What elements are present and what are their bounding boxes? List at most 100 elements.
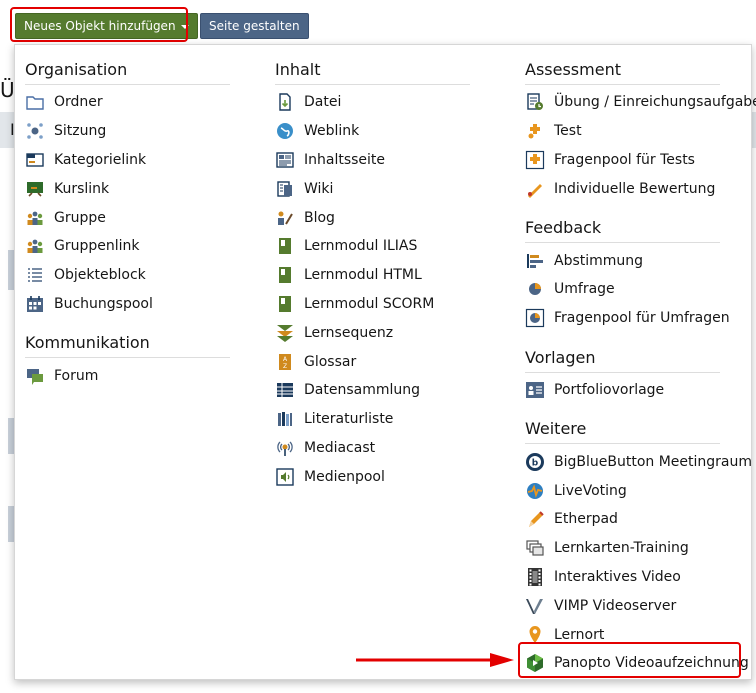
menu-item-vimp[interactable]: VIMP Videoserver: [525, 591, 720, 620]
menu-item-label: Objekteblock: [54, 267, 146, 284]
data-collection-icon: [275, 380, 295, 400]
column-3: Assessment Übung / Einreichungsaufgabe Tes…: [525, 45, 756, 678]
menu-item-wiki[interactable]: Wiki: [275, 174, 470, 203]
menu-item-category-link[interactable]: Kategorielink: [25, 146, 230, 175]
menu-item-bigbluebutton[interactable]: b BigBlueButton Meetingraum: [525, 447, 752, 476]
new-object-button[interactable]: Neues Objekt hinzufügen: [15, 13, 198, 39]
location-pin-icon: [525, 625, 545, 645]
menu-item-label: Lernmodul SCORM: [304, 295, 435, 312]
media-pool-icon: [275, 467, 295, 487]
menu-item-item-group[interactable]: Objekteblock: [25, 261, 230, 290]
design-page-button[interactable]: Seite gestalten: [200, 13, 309, 39]
group-title-assessment: Assessment: [525, 45, 720, 85]
menu-item-label: Inhaltsseite: [304, 151, 386, 168]
menu-item-interactive-video[interactable]: Interaktives Video: [525, 563, 720, 592]
blog-icon: [275, 208, 295, 228]
menu-item-label: Panopto Videoaufzeichnung: [554, 655, 749, 672]
menu-item-label: Lernsequenz: [304, 324, 394, 341]
menu-item-label: VIMP Videoserver: [554, 597, 677, 614]
new-object-dropdown: Organisation Ordner Sitzung Kategorielink Ku…: [14, 44, 756, 680]
menu-item-question-pool[interactable]: Fragenpool für Tests: [525, 146, 720, 175]
menu-item-glossary[interactable]: A Z Glossar: [275, 347, 470, 376]
menu-item-group[interactable]: Gruppe: [25, 203, 230, 232]
menu-item-forum[interactable]: Forum: [25, 361, 230, 390]
category-link-icon: [25, 150, 45, 170]
weblink-icon: [275, 121, 295, 141]
menu-item-portfolio-template[interactable]: Portfoliovorlage: [525, 376, 720, 405]
portfolio-template-icon: [525, 380, 545, 400]
content-page-icon: [275, 150, 295, 170]
menu-item-learning-module[interactable]: Lernmodul ILIAS: [275, 232, 470, 261]
vimp-icon: [525, 596, 545, 616]
bibliography-icon: [275, 409, 295, 429]
menu-item-content-page[interactable]: Inhaltsseite: [275, 146, 470, 175]
learning-module-icon: [275, 236, 295, 256]
menu-item-media-pool[interactable]: Medienpool: [275, 462, 470, 491]
panopto-icon: [525, 653, 545, 673]
group-title-kommunikation: Kommunikation: [25, 318, 230, 359]
menu-item-session[interactable]: Sitzung: [25, 117, 230, 146]
menu-item-folder[interactable]: Ordner: [25, 88, 230, 117]
group-link-icon: [25, 236, 45, 256]
column-2: Inhalt Datei Weblink Inhaltsseite Wiki Blog Le…: [275, 45, 470, 491]
mediacast-icon: [275, 438, 295, 458]
menu-item-survey-pool[interactable]: Fragenpool für Umfragen: [525, 304, 730, 333]
menu-item-label: Literaturliste: [304, 411, 394, 428]
menu-item-label: Datei: [304, 94, 342, 111]
menu-item-learning-sequence[interactable]: Lernsequenz: [275, 318, 470, 347]
menu-item-poll[interactable]: Abstimmung: [525, 246, 720, 275]
menu-item-test[interactable]: Test: [525, 117, 720, 146]
column-1: Organisation Ordner Sitzung Kategorielink Ku…: [25, 45, 230, 390]
menu-item-flashcards[interactable]: Lernkarten-Training: [525, 534, 720, 563]
menu-item-bibliography[interactable]: Literaturliste: [275, 405, 470, 434]
menu-item-etherpad[interactable]: Etherpad: [525, 505, 720, 534]
menu-item-label: Lernkarten-Training: [554, 540, 689, 557]
menu-item-location-pin[interactable]: Lernort: [525, 620, 720, 649]
file-icon: [275, 92, 295, 112]
pointer-arrow-icon: [356, 653, 514, 667]
menu-item-label: Kurslink: [54, 180, 110, 197]
menu-item-blog[interactable]: Blog: [275, 203, 470, 232]
glossary-icon: AZ: [275, 352, 295, 372]
menu-item-exercise[interactable]: Übung / Einreichungsaufgabe: [525, 88, 756, 117]
menu-item-livevoting[interactable]: LiveVoting: [525, 476, 720, 505]
menu-item-data-collection[interactable]: Datensammlung: [275, 376, 470, 405]
menu-item-survey[interactable]: Umfrage: [525, 275, 720, 304]
menu-item-label: Mediacast: [304, 439, 376, 456]
test-icon: [525, 121, 545, 141]
menu-item-booking-pool[interactable]: Buchungspool: [25, 290, 230, 319]
menu-item-mediacast[interactable]: Mediacast: [275, 434, 470, 463]
survey-icon: [525, 279, 545, 299]
menu-item-label: Datensammlung: [304, 382, 421, 399]
menu-item-label: Lernort: [554, 626, 605, 643]
design-page-button-label: Seite gestalten: [209, 19, 300, 33]
menu-item-label: Wiki: [304, 180, 334, 197]
menu-item-label: Weblink: [304, 123, 360, 140]
exercise-icon: [525, 92, 545, 112]
menu-item-weblink[interactable]: Weblink: [275, 117, 470, 146]
flashcards-icon: [525, 538, 545, 558]
livevoting-icon: [525, 481, 545, 501]
menu-item-file[interactable]: Datei: [275, 88, 470, 117]
wiki-icon: [275, 179, 295, 199]
course-link-icon: [25, 179, 45, 199]
item-group-icon: [25, 265, 45, 285]
menu-item-label: Ordner: [54, 94, 103, 111]
menu-item-label: Buchungspool: [54, 295, 153, 312]
menu-item-label: Fragenpool für Umfragen: [554, 310, 730, 327]
caret-down-icon: [180, 24, 189, 29]
menu-item-learning-module-html[interactable]: Lernmodul HTML: [275, 261, 470, 290]
svg-text:Z: Z: [283, 363, 287, 370]
individual-assessment-icon: [525, 179, 545, 199]
menu-item-label: Kategorielink: [54, 151, 147, 168]
menu-item-group-link[interactable]: Gruppenlink: [25, 232, 230, 261]
menu-item-learning-module-scorm[interactable]: Lernmodul SCORM: [275, 290, 470, 319]
svg-text:b: b: [532, 458, 539, 468]
menu-item-individual-assessment[interactable]: Individuelle Bewertung: [525, 174, 720, 203]
group-title-inhalt: Inhalt: [275, 45, 470, 85]
menu-item-course-link[interactable]: Kurslink: [25, 174, 230, 203]
menu-item-label: Etherpad: [554, 511, 618, 528]
group-title-organisation: Organisation: [25, 45, 230, 85]
bigbluebutton-icon: b: [525, 452, 545, 472]
menu-item-panopto[interactable]: Panopto Videoaufzeichnung: [525, 649, 749, 678]
